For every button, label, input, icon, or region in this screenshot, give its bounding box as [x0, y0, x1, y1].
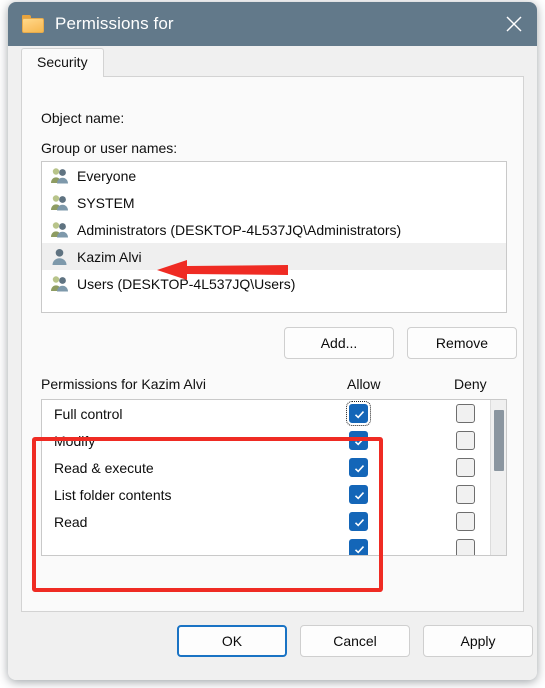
- group-or-user-names-label: Group or user names:: [41, 140, 178, 156]
- allow-checkbox-partial[interactable]: [349, 539, 368, 555]
- close-button[interactable]: [491, 2, 537, 46]
- table-row[interactable]: Read & execute: [42, 454, 506, 481]
- deny-checkbox-full-control[interactable]: [456, 404, 475, 423]
- permissions-scrollbar[interactable]: [490, 400, 506, 555]
- allow-column-header: Allow: [347, 376, 381, 392]
- window-title: Permissions for: [55, 14, 174, 33]
- permissions-list[interactable]: Full control Modify Read & execute List …: [41, 399, 507, 556]
- add-button[interactable]: Add...: [284, 327, 394, 359]
- list-item-label: Kazim Alvi: [77, 248, 142, 265]
- title-bar: Permissions for: [8, 2, 537, 46]
- deny-checkbox-list-folder-contents[interactable]: [456, 485, 475, 504]
- cancel-button[interactable]: Cancel: [300, 625, 410, 657]
- folder-icon: [22, 15, 44, 33]
- object-name-label: Object name:: [41, 110, 125, 126]
- permissions-dialog: Permissions for Security Object name: Gr…: [8, 2, 537, 680]
- remove-button[interactable]: Remove: [407, 327, 517, 359]
- deny-checkbox-modify[interactable]: [456, 431, 475, 450]
- tab-page-security: Object name: Group or user names: Everyo…: [21, 76, 524, 612]
- dialog-body: Security Object name: Group or user name…: [8, 46, 537, 680]
- cancel-button-label: Cancel: [333, 633, 377, 649]
- remove-button-label: Remove: [435, 335, 489, 351]
- deny-checkbox-read[interactable]: [456, 512, 475, 531]
- permission-label: Full control: [54, 405, 123, 422]
- list-item-label: Everyone: [77, 167, 137, 184]
- group-or-user-names-list[interactable]: Everyone SYSTEM Administrators (DESKTOP-…: [41, 161, 507, 313]
- list-item-label: Users (DESKTOP-4L537JQ\Users): [77, 275, 296, 292]
- allow-checkbox-full-control[interactable]: [346, 401, 371, 426]
- permission-label: Read: [54, 513, 88, 530]
- tab-security[interactable]: Security: [21, 48, 104, 77]
- scrollbar-thumb[interactable]: [494, 410, 504, 471]
- ok-button-label: OK: [221, 633, 243, 649]
- list-item[interactable]: Administrators (DESKTOP-4L537JQ\Administ…: [42, 216, 506, 243]
- group-icon: [50, 193, 69, 212]
- permission-label: List folder contents: [54, 486, 172, 503]
- list-item[interactable]: Users (DESKTOP-4L537JQ\Users): [42, 270, 506, 297]
- add-button-label: Add...: [320, 335, 358, 351]
- table-row-partial[interactable]: [42, 535, 506, 555]
- group-icon: [50, 166, 69, 185]
- list-item-label: SYSTEM: [77, 194, 135, 211]
- tab-strip: Security: [8, 46, 537, 77]
- permission-label: Read & execute: [54, 459, 154, 476]
- table-row[interactable]: List folder contents: [42, 481, 506, 508]
- group-icon: [50, 274, 69, 293]
- deny-checkbox-read-execute[interactable]: [456, 458, 475, 477]
- tab-security-label: Security: [37, 54, 88, 70]
- allow-checkbox-modify[interactable]: [349, 431, 368, 450]
- list-item[interactable]: Everyone: [42, 162, 506, 189]
- permissions-for-label: Permissions for Kazim Alvi: [41, 376, 206, 392]
- permission-label: Modify: [54, 432, 96, 449]
- apply-button[interactable]: Apply: [423, 625, 533, 657]
- apply-button-label: Apply: [460, 633, 496, 649]
- list-item[interactable]: SYSTEM: [42, 189, 506, 216]
- ok-button[interactable]: OK: [177, 625, 287, 657]
- dialog-footer: OK Cancel Apply: [8, 612, 537, 680]
- allow-checkbox-read[interactable]: [349, 512, 368, 531]
- user-icon: [50, 247, 69, 266]
- deny-checkbox-partial[interactable]: [456, 539, 475, 555]
- group-icon: [50, 220, 69, 239]
- allow-checkbox-read-execute[interactable]: [349, 458, 368, 477]
- deny-column-header: Deny: [454, 376, 487, 392]
- allow-checkbox-list-folder-contents[interactable]: [349, 485, 368, 504]
- close-icon: [505, 15, 523, 33]
- table-row[interactable]: Read: [42, 508, 506, 535]
- list-item-kazim-alvi[interactable]: Kazim Alvi: [42, 243, 506, 270]
- list-item-label: Administrators (DESKTOP-4L537JQ\Administ…: [77, 221, 402, 238]
- table-row[interactable]: Modify: [42, 427, 506, 454]
- table-row[interactable]: Full control: [42, 400, 506, 427]
